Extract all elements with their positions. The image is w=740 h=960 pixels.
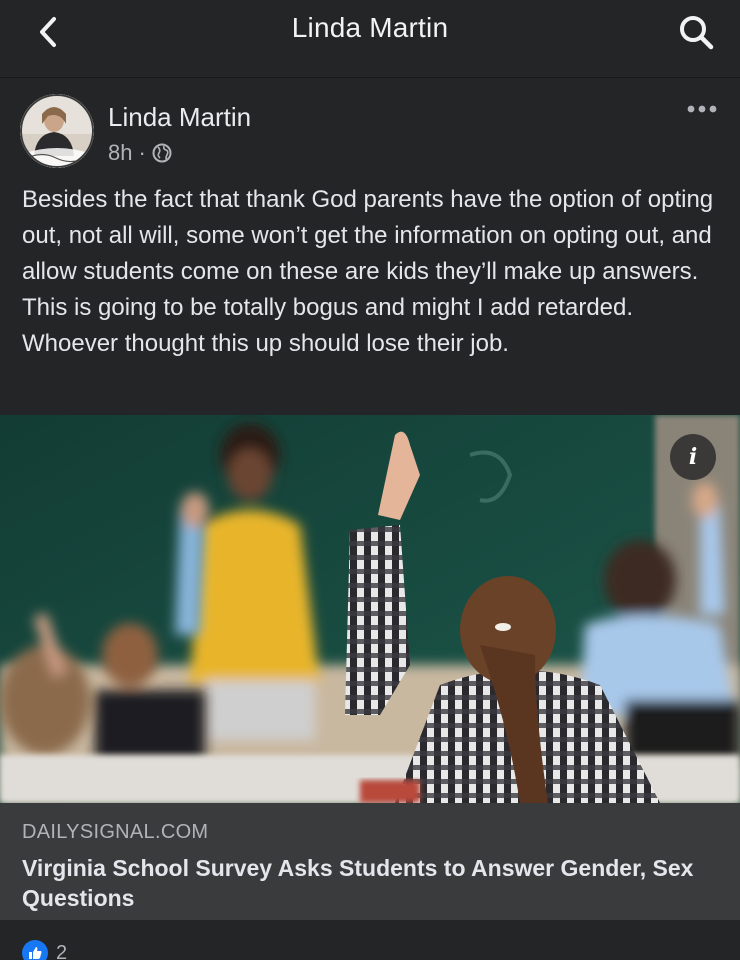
top-bar: Linda Martin: [0, 0, 740, 78]
globe-icon: [152, 143, 172, 163]
page-title: Linda Martin: [291, 12, 449, 43]
info-button[interactable]: i: [670, 434, 716, 480]
link-preview-footer[interactable]: DAILYSIGNAL.COM Virginia School Survey A…: [0, 803, 740, 920]
more-options-button[interactable]: [682, 94, 722, 124]
post-body-text: Besides the fact that thank God parents …: [22, 186, 714, 357]
info-icon: i: [688, 444, 698, 470]
search-icon: [680, 16, 714, 50]
like-icon: [22, 940, 48, 960]
more-dots-icon: [687, 105, 717, 113]
author-name[interactable]: Linda Martin: [108, 102, 251, 133]
link-domain: DAILYSIGNAL.COM: [22, 821, 209, 843]
link-title[interactable]: Virginia School Survey Asks Students to …: [22, 853, 722, 913]
meta-separator: ·: [138, 140, 146, 165]
avatar[interactable]: [20, 94, 94, 168]
post-time[interactable]: 8h: [108, 140, 132, 166]
reactions-summary[interactable]: 2: [22, 940, 67, 960]
search-button[interactable]: [674, 10, 718, 54]
link-preview-image[interactable]: i: [0, 415, 740, 803]
post-card: Linda Martin 8h · Besides the fact that …: [0, 78, 740, 960]
reaction-count: 2: [56, 941, 68, 960]
post-meta: 8h ·: [108, 140, 172, 166]
